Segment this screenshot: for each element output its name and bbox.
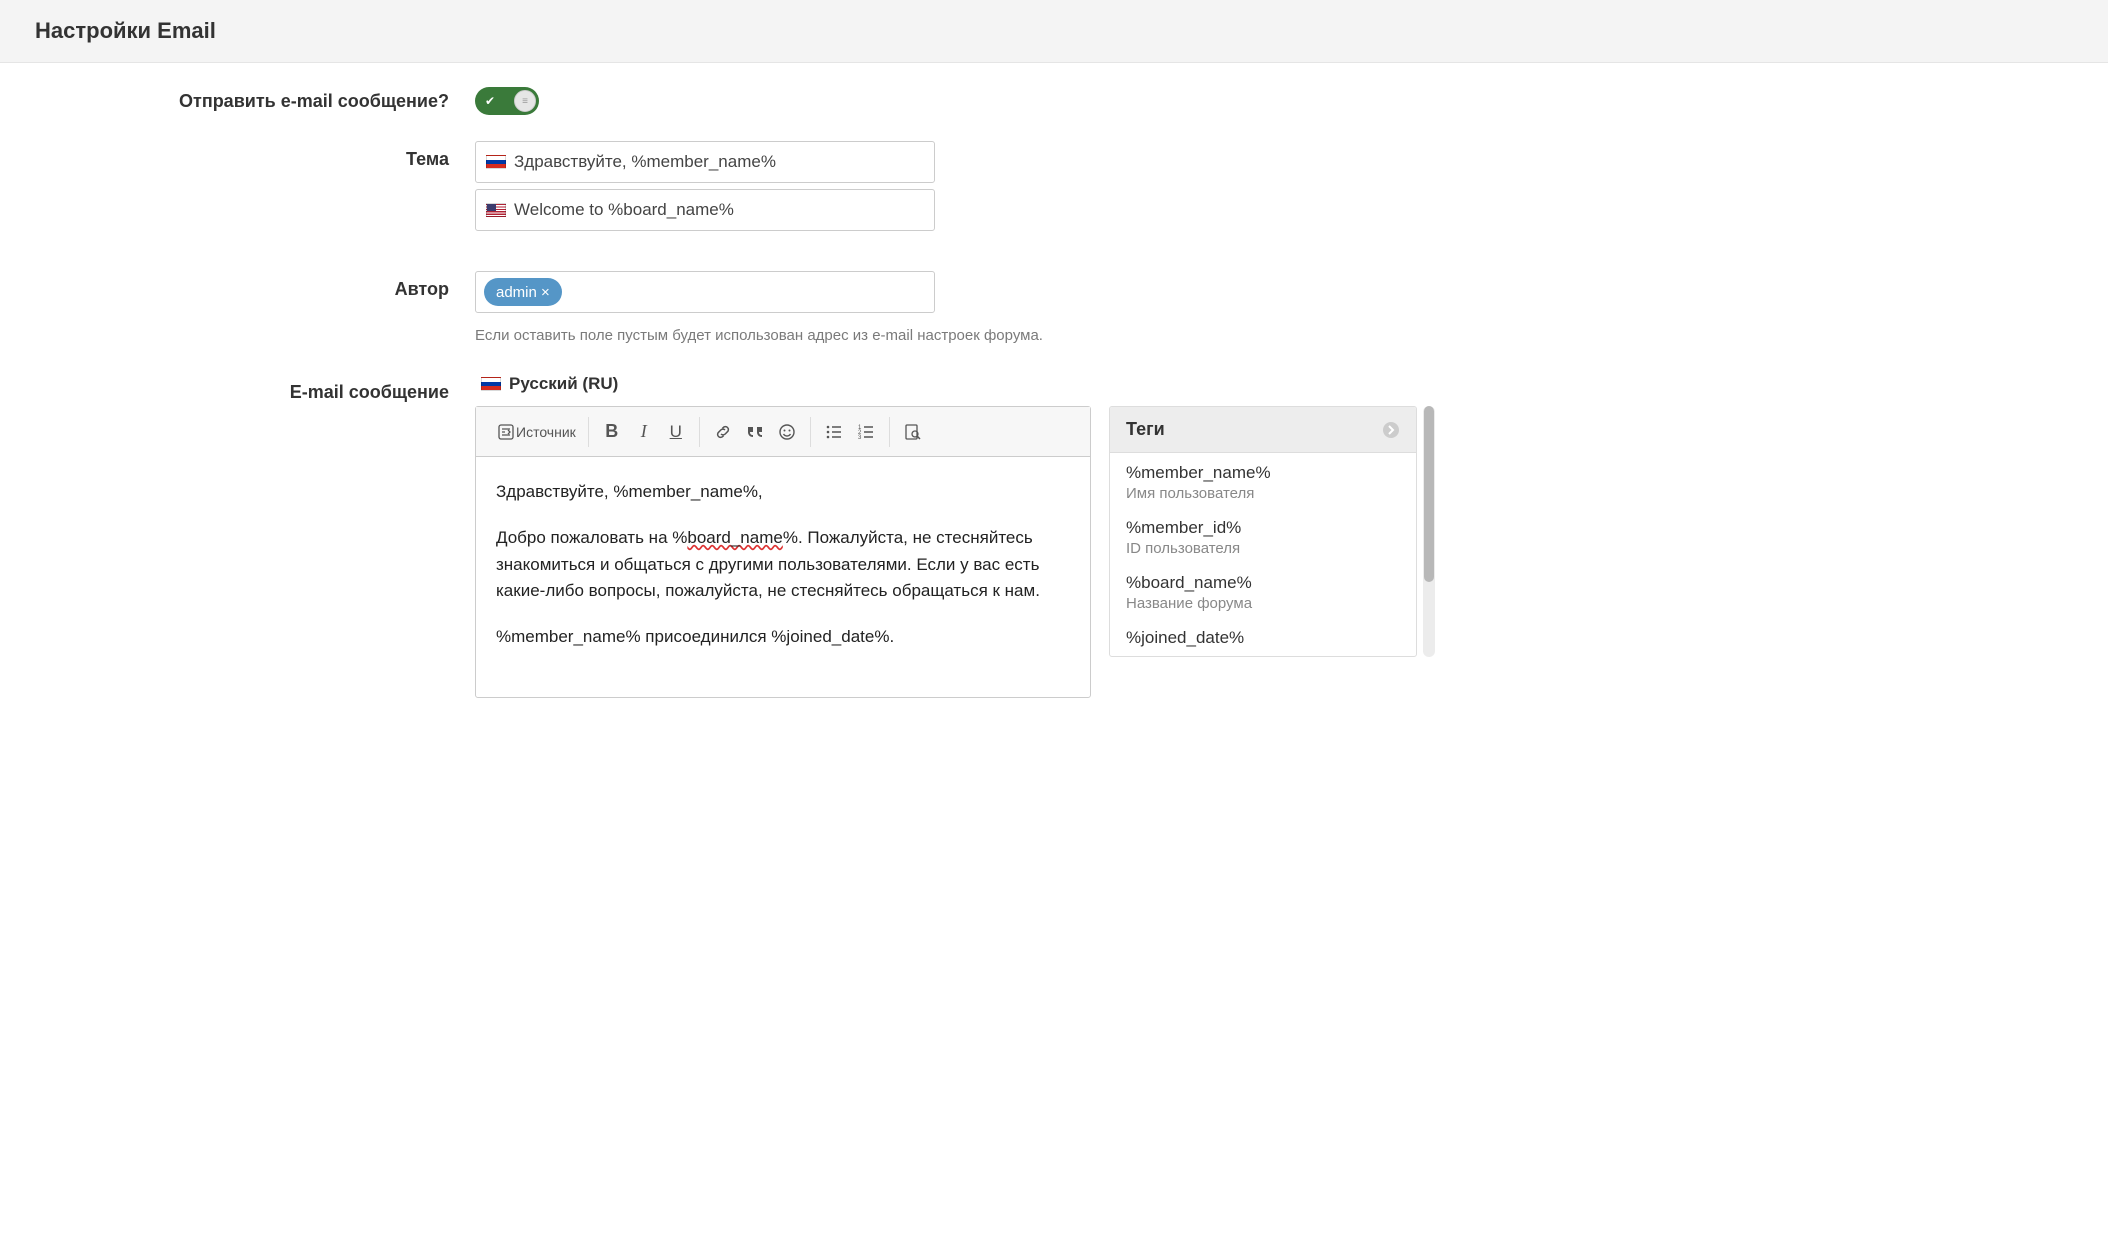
- link-icon: [714, 423, 732, 441]
- tag-item[interactable]: %member_id% ID пользователя: [1110, 508, 1416, 563]
- bullet-list-button[interactable]: [819, 415, 849, 449]
- check-icon: ✔: [485, 94, 495, 108]
- list-ul-icon: [825, 423, 843, 441]
- magnifier-icon: [904, 423, 922, 441]
- send-email-label: Отправить e-mail сообщение?: [35, 83, 475, 112]
- tags-scrollbar[interactable]: [1423, 406, 1435, 657]
- scrollbar-thumb[interactable]: [1424, 406, 1434, 582]
- link-button[interactable]: [708, 415, 738, 449]
- subject-input-en[interactable]: Welcome to %board_name%: [475, 189, 935, 231]
- editor-content[interactable]: Здравствуйте, %member_name%, Добро пожал…: [476, 457, 1090, 697]
- author-label: Автор: [35, 271, 475, 300]
- numbered-list-button[interactable]: 123: [851, 415, 881, 449]
- editor-toolbar: Источник B I U: [476, 407, 1090, 457]
- author-input[interactable]: admin ×: [475, 271, 935, 313]
- flag-us-icon: [486, 203, 506, 217]
- source-icon: [498, 424, 514, 440]
- form-area: Отправить e-mail сообщение? ✔ ≡ Тема Здр…: [0, 63, 2108, 764]
- message-label: E-mail сообщение: [35, 374, 475, 403]
- quote-icon: [745, 424, 765, 440]
- flag-ru-icon: [481, 377, 501, 391]
- editor-paragraph: Здравствуйте, %member_name%,: [496, 479, 1070, 505]
- tags-header[interactable]: Теги: [1110, 407, 1416, 453]
- author-hint: Если оставить поле пустым будет использо…: [475, 327, 1435, 344]
- author-chip[interactable]: admin ×: [484, 278, 562, 306]
- section-title: Настройки Email: [35, 18, 2073, 44]
- source-button[interactable]: Источник: [494, 415, 580, 449]
- subject-label: Тема: [35, 141, 475, 170]
- smile-icon: [778, 423, 796, 441]
- quote-button[interactable]: [740, 415, 770, 449]
- subject-en-value: Welcome to %board_name%: [514, 200, 734, 220]
- section-header: Настройки Email: [0, 0, 2108, 63]
- tag-item[interactable]: %member_name% Имя пользователя: [1110, 453, 1416, 508]
- editor-paragraph: Добро пожаловать на %board_name%. Пожалу…: [496, 525, 1070, 604]
- tag-item[interactable]: %board_name% Название форума: [1110, 563, 1416, 618]
- subject-input-ru[interactable]: Здравствуйте, %member_name%: [475, 141, 935, 183]
- toggle-knob: ≡: [514, 90, 536, 112]
- underline-button[interactable]: U: [661, 415, 691, 449]
- svg-text:3: 3: [858, 435, 862, 441]
- subject-ru-value: Здравствуйте, %member_name%: [514, 152, 776, 172]
- emoji-button[interactable]: [772, 415, 802, 449]
- bold-button[interactable]: B: [597, 415, 627, 449]
- send-email-toggle[interactable]: ✔ ≡: [475, 87, 539, 115]
- chevron-right-icon: [1382, 421, 1400, 439]
- preview-button[interactable]: [898, 415, 928, 449]
- tag-item[interactable]: %joined_date%: [1110, 618, 1416, 656]
- tags-panel: Теги %member_name% Имя пользователя %mem…: [1109, 406, 1435, 657]
- italic-button[interactable]: I: [629, 415, 659, 449]
- editor-paragraph: %member_name% присоединился %joined_date…: [496, 624, 1070, 650]
- editor: Источник B I U: [475, 406, 1091, 698]
- list-ol-icon: 123: [857, 423, 875, 441]
- language-label: Русский (RU): [475, 374, 1435, 394]
- flag-ru-icon: [486, 155, 506, 169]
